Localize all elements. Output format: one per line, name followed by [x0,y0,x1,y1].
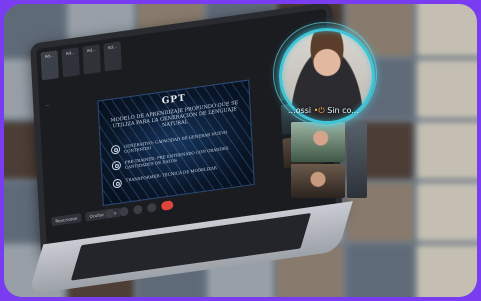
participant-chip[interactable]: Ad... [40,50,59,81]
openai-logo-icon [112,178,123,189]
camera-icon[interactable] [119,206,129,217]
openai-logo-icon [110,144,121,155]
presenter-label: ... [45,101,50,107]
photo-frame: Ad... Ad... Ad... Ad... ... GPT MODELO D… [4,4,477,297]
participant-photo [291,122,345,162]
presentation-slide: GPT MODELO DE APRENDIZAJE PROFUNDO QUE S… [97,79,255,207]
share-screen-icon[interactable] [133,204,143,215]
muted-status-icon: •⏻ [313,106,325,115]
speaker-name-tag: ...ossi •⏻ Sin co... [288,106,359,116]
mic-icon[interactable] [105,208,115,219]
speaker-status: Sin co... [327,106,359,115]
end-call-button[interactable] [161,200,174,211]
speaker-name: ...ossi [288,106,312,115]
more-options-icon[interactable] [147,202,157,213]
react-button[interactable]: Reaccionar [51,213,82,227]
participant-chip[interactable]: Ad... [61,47,80,78]
participant-chip[interactable]: Ad... [103,41,122,72]
openai-logo-icon [111,160,122,171]
participant-photo [291,164,345,198]
participant-photo [347,122,367,198]
participant-chip[interactable]: Ad... [82,44,101,75]
